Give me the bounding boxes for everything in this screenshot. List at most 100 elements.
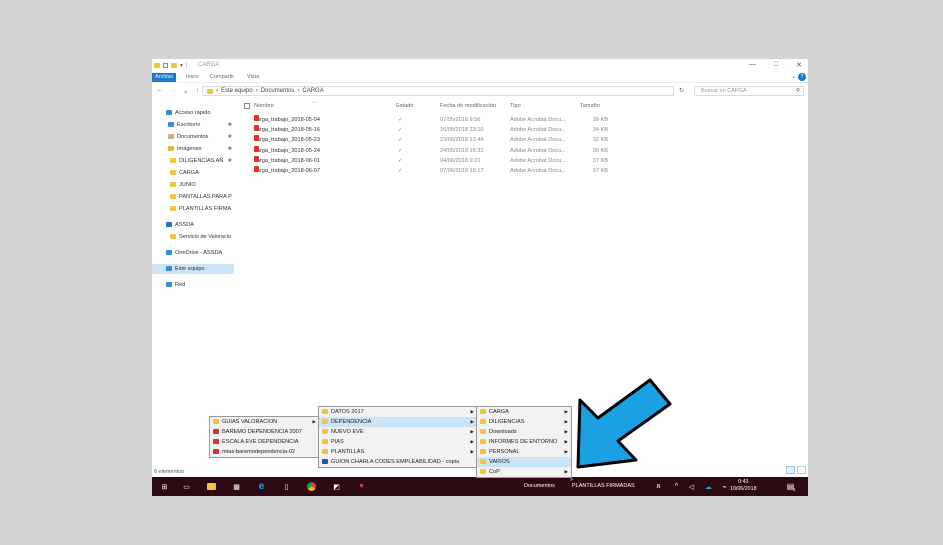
file-name: carga_trabajo_2018-05-04 <box>254 115 320 125</box>
menu-item-escala-eve-dependencia[interactable]: ESCALA EVE DEPENDENCIA <box>210 437 319 447</box>
nav-item-diligencias-añ[interactable]: DILIGENCIAS AÑ ✱ <box>152 156 234 166</box>
file-explorer-taskbar-icon[interactable] <box>207 482 216 491</box>
tab-compartir[interactable]: Compartir <box>207 73 237 82</box>
nav-item-label: Servicio de Valoracio <box>179 234 232 240</box>
menu-item-carga[interactable]: CARGA ▶ <box>477 407 571 417</box>
search-input[interactable]: Buscar en CARGA ⚲ <box>694 86 804 96</box>
column-header-type[interactable]: Tipo <box>510 103 521 109</box>
help-icon[interactable]: ? <box>798 73 806 81</box>
select-all-checkbox[interactable] <box>244 103 250 111</box>
nav-item-red[interactable]: Red <box>152 280 234 290</box>
back-button[interactable]: ← <box>156 87 163 95</box>
address-bar[interactable]: › Este equipo › Documentos › CARGA <box>202 86 674 96</box>
file-row[interactable]: carga_trabajo_2018-05-23 ✓ 23/05/2018 13:4… <box>242 135 642 145</box>
windows-start-icon[interactable]: ⊞ <box>160 482 169 491</box>
breadcrumb-documentos[interactable]: Documentos <box>261 87 295 96</box>
menu-item-guias-valoracion[interactable]: GUIAS VALORACION ▶ <box>210 417 319 427</box>
chevron-down-icon[interactable]: ▾ <box>180 62 183 69</box>
maps-taskbar-icon[interactable]: ♥ <box>357 482 366 491</box>
menu-item-nuevo-eve[interactable]: NUEVO EVE ▶ <box>319 427 477 437</box>
tab-vista[interactable]: Vista <box>244 73 262 82</box>
sync-status-icon: ✓ <box>398 168 403 174</box>
file-size: 37 KB <box>592 157 608 164</box>
forward-button[interactable]: → <box>170 87 177 95</box>
nav-item-este-equipo[interactable]: Este equipo <box>152 264 234 274</box>
menu-item-guion-charla-codes-empleabilidad-copia[interactable]: GUION CHARLA CODES EMPLEABILIDAD - copia <box>319 457 477 467</box>
tab-inicio[interactable]: Inicio <box>183 73 202 82</box>
file-name-text: carga_trabajo_2018-06-07 <box>254 168 320 174</box>
menu-item-varios[interactable]: VARIOS <box>477 457 571 467</box>
maximize-button[interactable]: □ <box>774 61 778 69</box>
menu-item-plantillas[interactable]: PLANTILLAS ▶ <box>319 447 477 457</box>
nav-item-assda[interactable]: ASSDA <box>152 220 234 230</box>
menu-item-diligencias[interactable]: DILIGENCIAS ▶ <box>477 417 571 427</box>
menu-item-informes-de-entorno[interactable]: INFORMES DE ENTORNO ▶ <box>477 437 571 447</box>
ribbon-collapse-icon[interactable]: ⌄ <box>791 73 796 80</box>
refresh-icon[interactable]: ↻ <box>679 87 684 94</box>
edge-taskbar-icon[interactable]: e <box>257 481 266 492</box>
folder-icon <box>170 182 176 188</box>
nav-item-onedrive-assda[interactable]: OneDrive - ASSDA <box>152 248 234 258</box>
new-folder-icon[interactable] <box>171 63 177 68</box>
menu-item-pias[interactable]: PIAS ▶ <box>319 437 477 447</box>
nav-item-servicio-de-valoracio[interactable]: Servicio de Valoracio <box>152 232 234 242</box>
breadcrumb-este-equipo[interactable]: Este equipo <box>221 87 253 96</box>
pdf-icon <box>254 155 259 162</box>
breadcrumb-carga[interactable]: CARGA <box>302 87 323 96</box>
menu-item-dependencia[interactable]: DEPENDENCIA ▶ <box>319 417 477 427</box>
details-view-button[interactable] <box>786 466 795 474</box>
recent-locations-button[interactable]: ⌄ <box>183 87 188 95</box>
toolbar-documentos[interactable]: Documentos <box>524 483 555 489</box>
file-row[interactable]: carga_trabajo_2018-05-04 ✓ 07/05/2018 9:56… <box>242 115 642 125</box>
document-taskbar-icon[interactable]: ▯ <box>282 482 291 491</box>
menu-item-mtas-baremodependencia-02[interactable]: mtas-baremodependencia-02 <box>210 447 319 457</box>
minimize-button[interactable]: — <box>749 61 756 69</box>
calendar-taskbar-icon[interactable]: ▦ <box>232 482 241 491</box>
menu-item-downloads[interactable]: Downloads ▶ <box>477 427 571 437</box>
chrome-taskbar-icon[interactable] <box>307 482 316 491</box>
column-header-size[interactable]: Tamaño <box>580 103 600 109</box>
submenu-arrow-icon: ▶ <box>470 419 474 424</box>
menu-item-personal[interactable]: PERSONAL ▶ <box>477 447 571 457</box>
menu-item-label: GUION CHARLA CODES EMPLEABILIDAD - copia <box>331 459 460 465</box>
app-taskbar-icon[interactable]: ◩ <box>332 482 341 491</box>
sync-status-icon: ✓ <box>398 157 403 164</box>
tab-archivo[interactable]: Archivo <box>152 73 177 82</box>
file-row[interactable]: carga_trabajo_2018-06-07 ✓ 07/06/2018 18:1… <box>242 166 642 176</box>
nav-item-label: Acceso rápido <box>175 110 211 116</box>
breadcrumb-separator: › <box>216 87 218 94</box>
clock[interactable]: 0:43 10/06/2018 <box>730 479 757 493</box>
file-row[interactable]: carga_trabajo_2018-06-01 ✓ 04/06/2018 9:21… <box>242 155 642 166</box>
nav-item-imágenes[interactable]: Imágenes ✱ <box>152 144 234 154</box>
nav-item-carga[interactable]: CARGA <box>152 168 234 178</box>
close-button[interactable]: ✕ <box>796 61 802 69</box>
submenu-arrow-icon: ▶ <box>564 439 568 444</box>
column-header-status[interactable]: Estado <box>396 103 413 109</box>
onedrive-tray-icon[interactable]: ☁ <box>704 482 713 491</box>
tray-overflow-icon[interactable]: ^ <box>672 482 681 491</box>
nav-item-pantallas-para-p[interactable]: PANTALLAS PARA P <box>152 192 234 202</box>
volume-icon[interactable]: ◁ <box>687 482 696 491</box>
file-row[interactable]: carga_trabajo_2018-05-24 ✓ 24/05/2018 16:3… <box>242 145 642 156</box>
nav-item-acceso-rápido[interactable]: Acceso rápido <box>152 108 234 118</box>
large-icons-view-button[interactable] <box>797 466 806 474</box>
task-view-icon[interactable]: ▭ <box>182 482 191 491</box>
column-header-modified[interactable]: Fecha de modificación <box>440 103 496 109</box>
menu-item-datos-2017[interactable]: DATOS 2017 ▶ <box>319 407 477 417</box>
nav-item-plantillas-firma[interactable]: PLANTILLAS FIRMA <box>152 204 234 214</box>
menu-item-baremo-dependencia-2007[interactable]: BAREMO DEPENDENCIA 2007 <box>210 427 319 437</box>
column-header-name[interactable]: Nombre <box>254 103 274 109</box>
network-icon[interactable]: ⌁ <box>720 482 729 491</box>
notification-count: 1 <box>793 487 796 492</box>
toolbar-plantillas-firmadas[interactable]: PLANTILLAS FIRMADAS <box>572 483 635 489</box>
nav-item-documentos[interactable]: Documentos ✱ <box>152 132 234 142</box>
file-modified: 24/05/2018 16:31 <box>440 147 484 154</box>
properties-icon[interactable] <box>163 63 168 68</box>
file-row[interactable]: carga_trabajo_2018-05-16 ✓ 16/05/2018 23:1… <box>242 125 642 135</box>
up-button[interactable]: ↑ <box>195 87 198 95</box>
nav-item-junio[interactable]: JUNIO <box>152 180 234 190</box>
submenu-arrow-icon: ▶ <box>470 409 474 414</box>
menu-item-cop[interactable]: CoP ▶ <box>477 467 571 477</box>
people-icon[interactable]: ጸ <box>654 482 663 491</box>
nav-item-escritorio[interactable]: Escritorio ✱ <box>152 120 234 130</box>
